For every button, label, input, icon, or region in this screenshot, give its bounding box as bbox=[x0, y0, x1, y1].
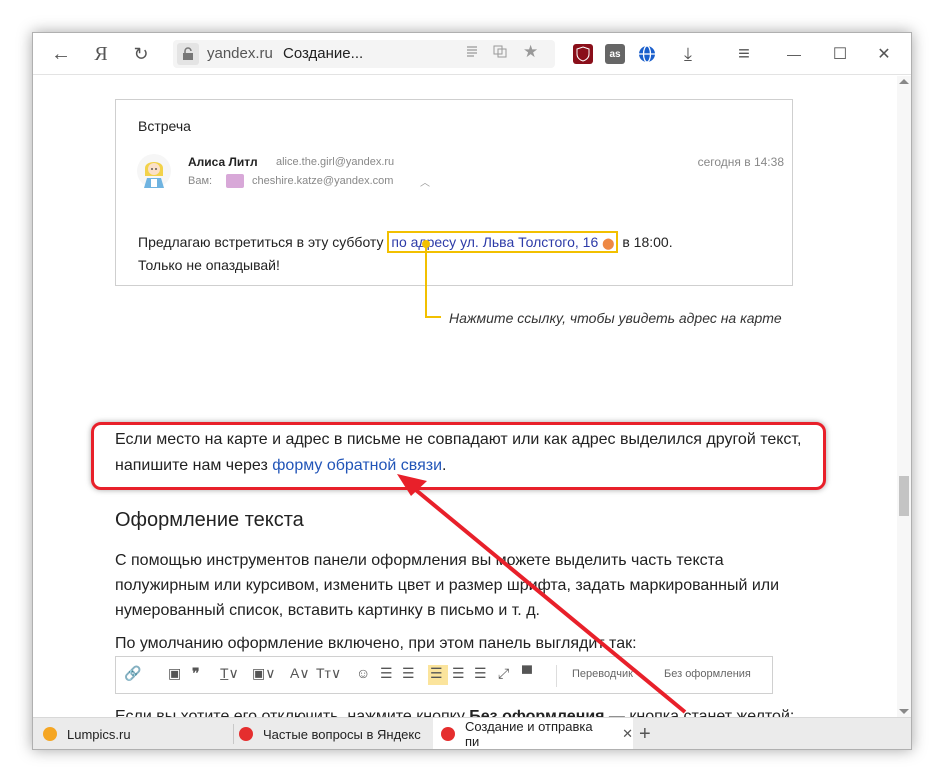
plus-icon: + bbox=[639, 722, 651, 745]
tab-close-icon[interactable]: ✕ bbox=[622, 726, 633, 742]
maximize-button[interactable]: ☐ bbox=[825, 33, 855, 75]
scroll-down-icon[interactable] bbox=[899, 709, 909, 714]
translate-icon[interactable] bbox=[493, 44, 507, 61]
yandex-logo-icon: Я bbox=[94, 42, 108, 65]
reload-button[interactable]: ↻ bbox=[125, 33, 157, 75]
tab-separator bbox=[233, 724, 234, 744]
browser-toolbar: ← Я ↻ yandex.ru Создание... ★ as ⤓ ≡ — ☐ bbox=[33, 33, 911, 75]
tab-faq[interactable]: Частые вопросы в Яндекс bbox=[239, 718, 429, 749]
tab-label: Частые вопросы в Яндекс bbox=[263, 726, 421, 742]
tab-active-mail[interactable]: Создание и отправка пи ✕ bbox=[433, 718, 633, 749]
download-icon: ⤓ bbox=[684, 43, 692, 64]
close-button[interactable]: ✕ bbox=[869, 33, 899, 75]
tab-bar: Lumpics.ru Частые вопросы в Яндекс Созда… bbox=[33, 717, 911, 749]
url-domain: yandex.ru bbox=[207, 45, 273, 62]
lumpics-favicon-icon bbox=[43, 727, 57, 741]
scroll-up-icon[interactable] bbox=[899, 79, 909, 84]
globe-icon[interactable] bbox=[637, 44, 657, 64]
yandex-mail-favicon-icon bbox=[441, 727, 455, 741]
red-arrow-annotation bbox=[397, 474, 687, 714]
ublock-icon[interactable] bbox=[573, 44, 593, 64]
minimize-button[interactable]: — bbox=[779, 33, 809, 75]
scrollbar-thumb[interactable] bbox=[899, 476, 909, 516]
reader-mode-icon[interactable] bbox=[465, 44, 479, 61]
back-arrow-icon: ← bbox=[51, 42, 71, 65]
downloads-button[interactable]: ⤓ bbox=[673, 33, 703, 75]
page-content: Встреча Алиса Литл alice.the.girl@yandex… bbox=[33, 76, 897, 717]
new-tab-button[interactable]: + bbox=[639, 718, 663, 749]
tab-label: Lumpics.ru bbox=[67, 726, 131, 742]
address-bar[interactable]: yandex.ru Создание... ★ bbox=[173, 40, 555, 68]
back-button[interactable]: ← bbox=[43, 33, 79, 75]
bookmark-star-icon[interactable]: ★ bbox=[523, 42, 538, 62]
close-icon: ✕ bbox=[877, 46, 891, 63]
page-title: Создание... bbox=[283, 45, 364, 62]
lastfm-icon[interactable]: as bbox=[605, 44, 625, 64]
maximize-icon: ☐ bbox=[832, 46, 848, 63]
yandex-home-button[interactable]: Я bbox=[85, 33, 117, 75]
minimize-icon: — bbox=[787, 46, 801, 62]
tab-lumpics[interactable]: Lumpics.ru bbox=[43, 718, 233, 749]
tab-label: Создание и отправка пи bbox=[464, 719, 593, 749]
browser-window: ← Я ↻ yandex.ru Создание... ★ as ⤓ ≡ — ☐ bbox=[32, 32, 912, 750]
yandex-mail-favicon-icon bbox=[239, 727, 253, 741]
menu-button[interactable]: ≡ bbox=[729, 33, 759, 75]
hamburger-menu-icon: ≡ bbox=[738, 42, 750, 65]
reload-icon: ↻ bbox=[133, 43, 149, 64]
vertical-scrollbar[interactable] bbox=[897, 76, 911, 717]
lock-icon[interactable] bbox=[177, 43, 199, 65]
